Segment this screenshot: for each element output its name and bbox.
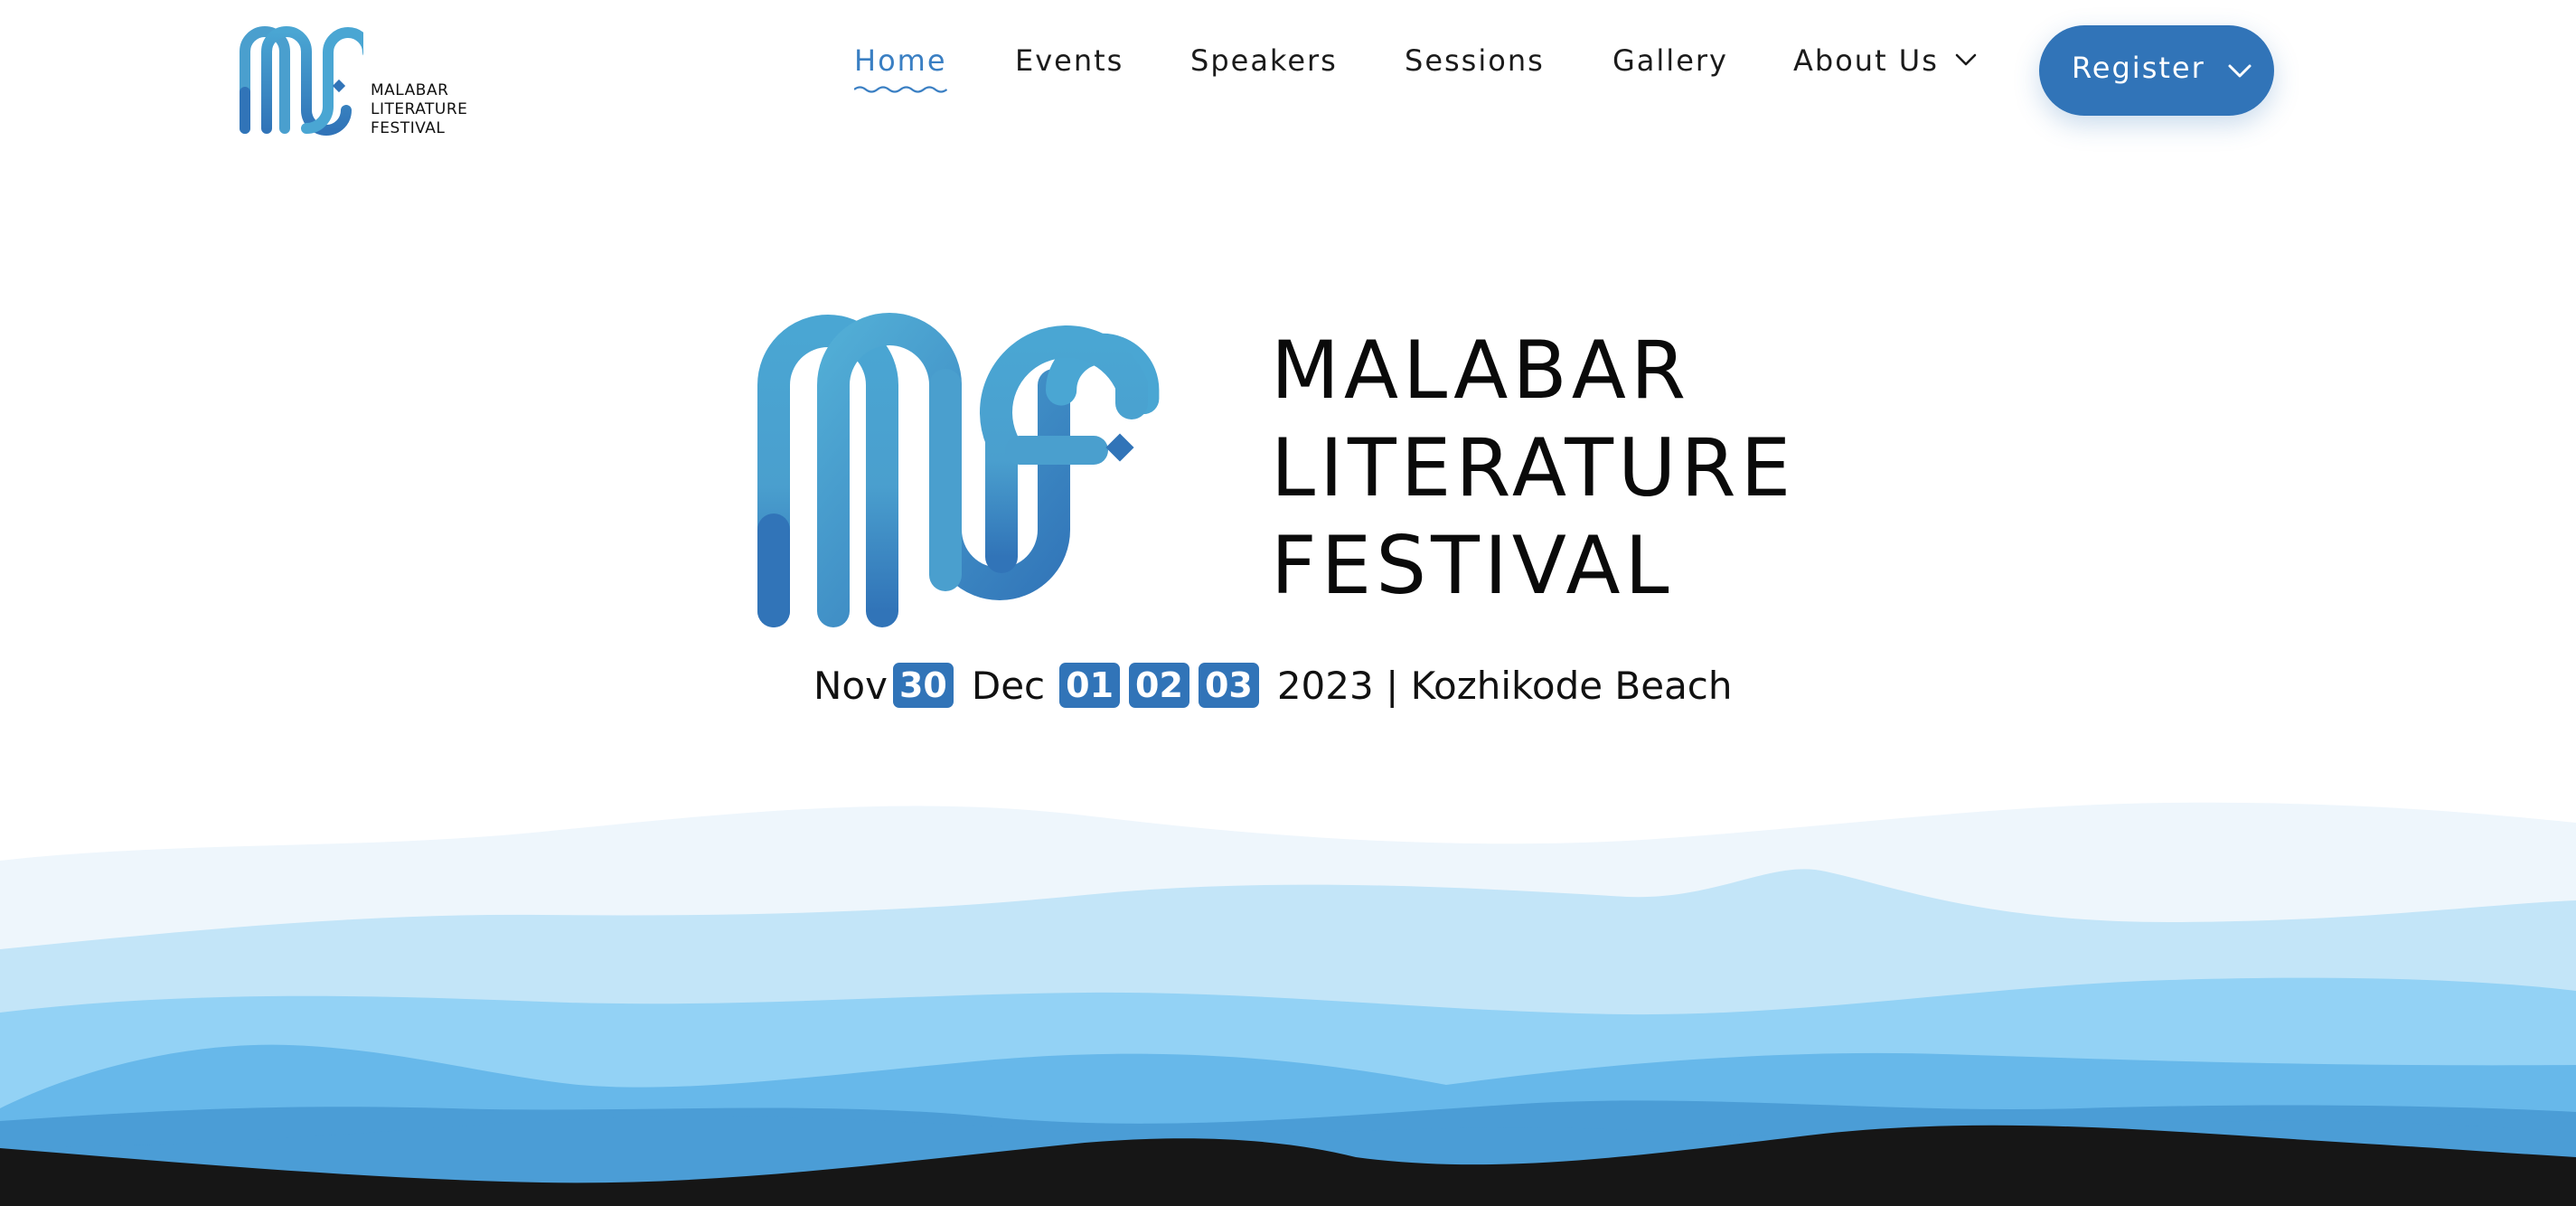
nav-item-speakers[interactable]: Speakers xyxy=(1190,43,1338,78)
register-label: Register xyxy=(2072,51,2205,85)
date-day-chip: 03 xyxy=(1198,663,1259,708)
nav-item-label: About Us xyxy=(1793,43,1939,78)
date-month: Dec xyxy=(971,663,1046,708)
date-day-chip: 30 xyxy=(892,663,954,708)
festival-dates: Nov 30 Dec 01 02 03 2023 | Kozhikode Bea… xyxy=(813,658,1733,712)
nav-item-label: Events xyxy=(1015,43,1124,78)
mlf-monogram-icon xyxy=(757,313,1160,627)
nav-item-gallery[interactable]: Gallery xyxy=(1612,43,1728,78)
nav-item-sessions[interactable]: Sessions xyxy=(1405,43,1545,78)
header-logo-line: FESTIVAL xyxy=(371,119,446,137)
nav-item-label: Gallery xyxy=(1612,43,1728,78)
date-month: Nov xyxy=(813,663,888,708)
nav-item-label: Home xyxy=(854,43,947,78)
nav-item-home[interactable]: Home xyxy=(854,43,947,93)
header-logo-line: LITERATURE xyxy=(371,100,468,118)
chevron-down-icon xyxy=(1955,53,1977,66)
wavy-underline-icon xyxy=(854,86,947,93)
nav-item-events[interactable]: Events xyxy=(1015,43,1123,78)
hero-title: MALABAR LITERATURE FESTIVAL xyxy=(1271,322,1795,615)
nav-item-about-us[interactable]: About Us xyxy=(1793,43,1977,78)
hero-logo: MALABAR LITERATURE FESTIVAL xyxy=(750,304,1791,638)
hero-title-line: MALABAR xyxy=(1271,324,1691,417)
nav-item-label: Speakers xyxy=(1190,43,1338,78)
hero-title-line: LITERATURE xyxy=(1271,421,1796,514)
nav-item-label: Sessions xyxy=(1405,43,1545,78)
date-year-location: 2023 | Kozhikode Beach xyxy=(1276,663,1733,708)
hero-title-line: FESTIVAL xyxy=(1271,519,1674,612)
date-day-chip: 02 xyxy=(1129,663,1189,708)
register-button[interactable]: Register xyxy=(2039,25,2274,116)
page: MALABAR LITERATURE FESTIVAL Home Events … xyxy=(0,0,2576,1206)
chevron-down-icon xyxy=(2228,64,2252,78)
ocean-waves-illustration xyxy=(0,802,2576,1206)
date-day-chip: 01 xyxy=(1059,663,1121,708)
header-logo-text: MALABAR LITERATURE FESTIVAL xyxy=(371,81,467,138)
